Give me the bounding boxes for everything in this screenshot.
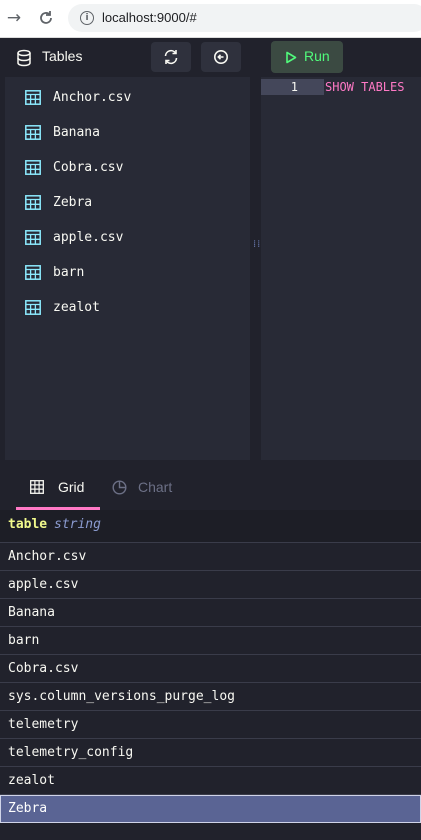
browser-toolbar: → i localhost:9000/# [0, 0, 421, 38]
line-number: 1 [290, 80, 298, 94]
panel-splitter[interactable]: ⁞⁞ [251, 77, 261, 460]
results-grid: table string Anchor.csv apple.csv Banana… [0, 510, 421, 840]
info-icon[interactable]: i [80, 11, 94, 25]
result-tabs: Grid Chart [0, 466, 421, 510]
table-row[interactable]: Cobra.csv [0, 655, 421, 683]
tab-grid[interactable]: Grid [16, 466, 100, 510]
table-item-label: Anchor.csv [53, 90, 132, 105]
table-item[interactable]: Anchor.csv [5, 80, 250, 115]
grid-cell: zealot [8, 773, 55, 788]
table-row[interactable]: barn [0, 627, 421, 655]
table-item-label: apple.csv [53, 230, 124, 245]
table-item[interactable]: Cobra.csv [5, 150, 250, 185]
table-item-label: barn [53, 265, 85, 280]
table-row[interactable]: apple.csv [0, 571, 421, 599]
tab-grid-label: Grid [58, 479, 85, 495]
tables-title: Tables [42, 48, 83, 64]
url-text: localhost:9000/# [102, 10, 197, 25]
refresh-icon [164, 49, 178, 65]
grid-cell: telemetry_config [8, 745, 134, 760]
sql-editor[interactable]: 1 SHOW TABLES [261, 77, 421, 460]
table-row[interactable]: Banana [0, 599, 421, 627]
grid-icon [30, 480, 44, 494]
table-row[interactable]: sys.column_versions_purge_log [0, 683, 421, 711]
grid-cell: telemetry [8, 717, 79, 732]
active-line-gutter: 1 [261, 79, 324, 95]
table-item[interactable]: barn [5, 255, 250, 290]
grid-cell: sys.column_versions_purge_log [8, 689, 235, 704]
forward-arrow-icon[interactable]: → [4, 8, 24, 28]
table-row[interactable]: Anchor.csv [0, 543, 421, 571]
tables-panel: Anchor.csv Banana Cobra.csv Zebra apple.… [5, 77, 250, 460]
table-icon [25, 230, 41, 245]
column-name[interactable]: table [8, 517, 47, 532]
tab-chart-label: Chart [138, 479, 173, 495]
table-row[interactable]: zealot [0, 767, 421, 795]
table-icon [25, 195, 41, 210]
grid-cell: Anchor.csv [8, 549, 87, 564]
grid-cell: Banana [8, 605, 55, 620]
pie-chart-icon [112, 480, 127, 495]
address-bar[interactable]: i localhost:9000/# [68, 4, 421, 32]
reload-icon[interactable] [36, 8, 56, 28]
tab-chart[interactable]: Chart [110, 466, 190, 510]
table-item[interactable]: Banana [5, 115, 250, 150]
code-line[interactable]: SHOW TABLES [325, 80, 404, 94]
history-button[interactable] [201, 42, 241, 72]
app-toolbar: Tables Run [0, 38, 421, 77]
database-icon [17, 49, 31, 67]
grid-cell: barn [8, 633, 40, 648]
column-type: string [54, 517, 101, 532]
table-icon [25, 90, 41, 105]
table-item-label: Banana [53, 125, 100, 140]
table-item-label: Cobra.csv [53, 160, 124, 175]
table-item-label: zealot [53, 300, 100, 315]
run-button[interactable]: Run [271, 41, 343, 73]
grid-cell: Cobra.csv [8, 661, 79, 676]
grid-header: table string [0, 510, 421, 543]
table-icon [25, 125, 41, 140]
table-item[interactable]: Zebra [5, 185, 250, 220]
table-row[interactable]: telemetry_config [0, 739, 421, 767]
run-label: Run [304, 48, 330, 64]
grid-cell: apple.csv [8, 577, 79, 592]
table-icon [25, 160, 41, 175]
grid-cell: Zebra [8, 801, 48, 816]
table-item[interactable]: zealot [5, 290, 250, 325]
table-item-label: Zebra [53, 195, 93, 210]
table-row-selected[interactable]: Zebra [0, 795, 421, 823]
refresh-button[interactable] [151, 42, 191, 72]
play-icon [286, 51, 297, 64]
table-row[interactable]: telemetry [0, 711, 421, 739]
table-icon [25, 265, 41, 280]
table-item[interactable]: apple.csv [5, 220, 250, 255]
table-icon [25, 300, 41, 315]
history-icon [214, 50, 228, 64]
